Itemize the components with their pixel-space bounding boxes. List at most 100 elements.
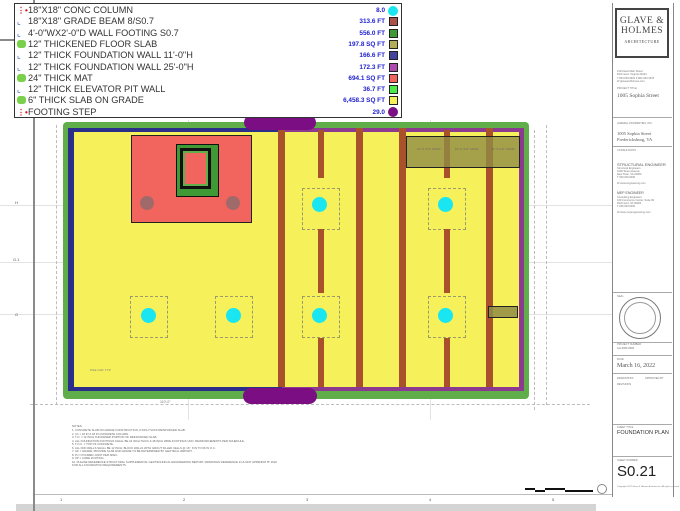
legend-quantity: 8.0 [376, 7, 385, 14]
area-measure-icon [17, 73, 26, 83]
grade-beam[interactable] [278, 128, 285, 387]
owner-name: JAMERLL PROPERTIES, INC. [617, 122, 653, 125]
legend-item[interactable]: 24" THICK MAT 694.1 SQ FT [15, 73, 401, 84]
area-measure-icon [17, 96, 26, 105]
elevator-pit [183, 151, 208, 186]
sheet-number: S0.21 [617, 463, 657, 480]
drawn-by: XX [630, 377, 634, 380]
legend-item[interactable]: ⌞ 4'-0"WX2'-0"D WALL FOOTING S0.7 556.0 … [15, 28, 401, 39]
concrete-column[interactable] [141, 308, 156, 323]
owner-address-2: Fredericksburg, VA [617, 137, 653, 142]
linear-measure-icon: ⌞ [17, 28, 21, 38]
concrete-column[interactable] [438, 197, 453, 212]
legend-item[interactable]: ⋮• FOOTING STEP 29.0 [15, 107, 401, 118]
legend-item[interactable]: 6" THICK SLAB ON GRADE 6,458.3 SQ FT [15, 95, 401, 106]
grade-beam[interactable] [318, 229, 324, 293]
legend-quantity: 6,458.3 SQ FT [343, 97, 385, 105]
divider [613, 146, 672, 147]
legend-item[interactable]: ⋮• 18"X18" CONC COLUMN 8.0 [15, 5, 401, 16]
linear-measure-icon: ⌞ [17, 51, 21, 61]
bottom-border [34, 494, 612, 495]
foundation-wall-25-swatch [389, 62, 398, 72]
legend-label: 6" THICK SLAB ON GRADE [28, 95, 144, 106]
grid-number: 4 [429, 497, 432, 502]
legend-label: 18"X18" GRADE BEAM 8/S0.7 [28, 16, 155, 27]
legend-label: 12" THICK FOUNDATION WALL 25'-0"H [28, 61, 194, 72]
grade-beam[interactable] [399, 128, 406, 387]
slab-on-grade-swatch [389, 96, 398, 106]
concrete-column[interactable] [312, 197, 327, 212]
concrete-column[interactable] [226, 308, 241, 323]
grid-label-h: H [15, 200, 18, 205]
drawn-by-label: DRAWN BY [617, 377, 631, 380]
linear-measure-icon: ⌞ [17, 85, 21, 95]
legend-item[interactable]: ⌞ 12" THICK FOUNDATION WALL 25'-0"H 172.… [15, 62, 401, 73]
legend-label: 12" THICK FOUNDATION WALL 11'-0"H [28, 50, 193, 61]
count-pin-icon: ⋮• [17, 6, 28, 15]
footing-step-swatch [388, 107, 398, 118]
linear-measure-icon: ⌞ [17, 17, 21, 27]
horizontal-scrollbar[interactable] [16, 504, 596, 511]
count-pin-icon: ⋮• [17, 107, 28, 117]
divider [613, 292, 672, 293]
grade-beam[interactable] [444, 338, 450, 387]
legend-quantity: 556.0 FT [359, 29, 385, 37]
legend-item[interactable]: ⌞ 12" THICK FOUNDATION WALL 11'-0"H 166.… [15, 50, 401, 61]
legend-item[interactable]: ⌞ 18"X18" GRADE BEAM 8/S0.7 313.6 FT [15, 16, 401, 27]
legend-quantity: 197.8 SQ FT [348, 40, 385, 48]
legend-item[interactable]: 12" THICKENED FLOOR SLAB 197.8 SQ FT [15, 39, 401, 50]
divider [613, 424, 672, 425]
grade-beam-swatch [389, 17, 398, 27]
slab-tag: 12" X 4'-0" CONC [491, 147, 515, 151]
footing-step-markup[interactable] [243, 388, 317, 404]
grid-number: 2 [183, 497, 186, 502]
grid-label-g1: G.1 [13, 257, 20, 262]
dimension-text: 110'-0" [160, 400, 171, 404]
linear-measure-icon: ⌞ [17, 62, 21, 72]
divider [613, 355, 672, 356]
pile-cap-note: PILE CAP, TYP. [90, 368, 112, 372]
grid-number: 5 [552, 497, 555, 502]
date: March 16, 2022 [617, 363, 656, 369]
column-marker-on-mat[interactable] [226, 196, 240, 210]
north-arrow-icon [597, 484, 607, 494]
grade-beam[interactable] [356, 128, 363, 387]
dimension-line [534, 130, 535, 410]
concrete-column[interactable] [438, 308, 453, 323]
elevator-pit-swatch [389, 85, 398, 95]
firm-name-line2: HOLMES [620, 26, 664, 36]
thickened-floor-slab[interactable] [488, 306, 518, 318]
legend-quantity: 29.0 [372, 108, 385, 116]
legend-quantity: 313.6 FT [359, 18, 385, 26]
thickened-floor-slab[interactable]: 12" X 4'-0" CONC 12" X 4'-0" CONC 12" X … [406, 136, 520, 168]
area-measure-icon [17, 39, 26, 49]
project-title: 1005 Sophia Street [617, 93, 659, 99]
firm-web: W glaveandholmes.com [617, 80, 645, 83]
legend-item[interactable]: ⌞ 12" THICK ELEVATOR PIT WALL 36.7 FT [15, 84, 401, 95]
project-number: GH-#### #### [617, 347, 635, 350]
concrete-column[interactable] [312, 308, 327, 323]
legend-quantity: 172.3 FT [359, 63, 385, 71]
owner-address-1: 1005 Sophia Street [617, 131, 652, 136]
graphic-scale-bar [525, 488, 593, 492]
grid-label-g: G [15, 312, 19, 317]
divider [613, 456, 672, 457]
column-marker-on-mat[interactable] [140, 196, 154, 210]
dimension-line [30, 404, 590, 405]
slab-tag: 12" X 4'-0" CONC [455, 147, 479, 151]
grade-beam[interactable] [444, 229, 450, 293]
grid-number: 1 [60, 497, 63, 502]
foundation-wall-11-swatch [389, 51, 398, 61]
slab-tag: 12" X 4'-0" CONC [417, 147, 441, 151]
thickened-slab-swatch [389, 39, 398, 49]
dimension-line [56, 125, 57, 405]
divider [613, 373, 672, 374]
divider [613, 117, 672, 118]
legend-label: 24" THICK MAT [28, 72, 93, 83]
grade-beam[interactable] [318, 130, 324, 178]
grade-beam[interactable] [318, 338, 324, 387]
seal-label: SEAL [617, 295, 624, 298]
sheet-title-label: SHEET TITLE [617, 426, 634, 429]
consultants-label: CONSULTANTS [617, 149, 636, 152]
column-marker-swatch [388, 5, 398, 16]
